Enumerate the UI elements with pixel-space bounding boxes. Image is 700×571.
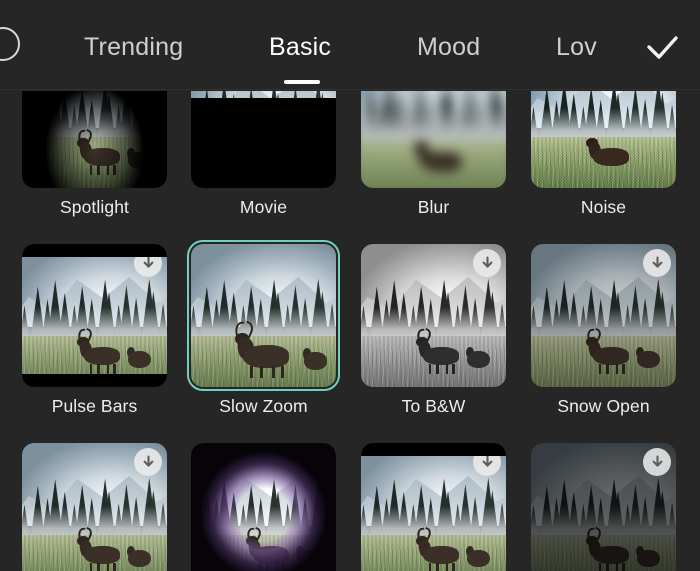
- effect-item[interactable]: Movie: [191, 91, 336, 218]
- download-arrow-icon: [652, 256, 662, 268]
- deer-figure: [76, 526, 125, 571]
- effect-label: Spotlight: [59, 197, 129, 217]
- effect-thumbnail[interactable]: [531, 91, 676, 188]
- download-arrow-icon: [482, 455, 492, 467]
- tab-basic[interactable]: Basic: [269, 26, 331, 68]
- download-button[interactable]: [643, 448, 671, 476]
- preview-image: [22, 244, 167, 387]
- preview-image: [22, 91, 167, 188]
- download-button[interactable]: [473, 249, 501, 277]
- tab-love[interactable]: Lov: [556, 26, 597, 68]
- tab-trending[interactable]: Trending: [84, 26, 183, 68]
- effect-thumbnail[interactable]: [361, 244, 506, 387]
- deer-figure: [415, 526, 464, 571]
- deer-figure: [234, 320, 296, 379]
- deer-figure: [585, 526, 634, 571]
- effect-item[interactable]: Spotlight: [22, 91, 167, 218]
- download-arrow-icon: [652, 455, 662, 467]
- preview-image: [531, 91, 676, 188]
- effect-item[interactable]: Noise: [531, 91, 676, 218]
- effect-item[interactable]: Slow Zoom: [187, 240, 340, 417]
- deer-figure: [76, 327, 125, 374]
- deer-figure: [586, 134, 634, 173]
- effect-label: To B&W: [401, 396, 466, 416]
- deer-figure: [245, 526, 294, 571]
- effect-label: Pulse Bars: [51, 396, 138, 416]
- effect-thumbnail[interactable]: [191, 91, 336, 188]
- effect-item[interactable]: The Fade: [191, 443, 336, 571]
- effect-thumbnail[interactable]: [22, 91, 167, 188]
- active-tab-indicator: [284, 80, 320, 84]
- effect-thumbnail[interactable]: [361, 91, 506, 188]
- download-button[interactable]: [473, 448, 501, 476]
- back-button[interactable]: [0, 27, 20, 61]
- deer-figure: [585, 327, 634, 374]
- effect-thumbnail-selected[interactable]: [187, 240, 340, 391]
- effects-grid[interactable]: Spotlight Movie Blur Noise Pulse Bars Sl…: [0, 91, 700, 571]
- download-arrow-icon: [143, 455, 153, 467]
- deer-figure: [414, 136, 468, 179]
- category-tabs: Trending Basic Mood Lov: [46, 0, 646, 88]
- effect-item[interactable]: Pulse Bars: [22, 244, 167, 417]
- effect-thumbnail[interactable]: [191, 443, 336, 571]
- effect-thumbnail[interactable]: [531, 443, 676, 571]
- letterbox-bar: [191, 97, 336, 188]
- effect-item[interactable]: Postcard: [361, 443, 506, 571]
- deer-figure: [415, 327, 464, 374]
- effect-item[interactable]: To B&W: [361, 244, 506, 417]
- deer-figure: [76, 128, 125, 175]
- download-arrow-icon: [143, 256, 153, 268]
- checkmark-icon: [647, 36, 678, 59]
- tree-line: [22, 91, 167, 141]
- effect-thumbnail[interactable]: [22, 443, 167, 571]
- effect-item[interactable]: Vignette: [22, 443, 167, 571]
- tab-mood[interactable]: Mood: [417, 26, 480, 68]
- effect-label: Noise: [580, 197, 627, 217]
- download-button[interactable]: [134, 448, 162, 476]
- effect-item[interactable]: Snow Open: [531, 244, 676, 417]
- effect-thumbnail[interactable]: [531, 244, 676, 387]
- effect-label: Snow Open: [557, 396, 650, 416]
- confirm-button[interactable]: [638, 26, 686, 70]
- preview-image: [191, 244, 336, 387]
- preview-image: [361, 443, 506, 571]
- download-arrow-icon: [482, 256, 492, 268]
- download-button[interactable]: [134, 249, 162, 277]
- download-arrow-icon: [312, 455, 322, 467]
- effect-item[interactable]: Fade In: [531, 443, 676, 571]
- download-button[interactable]: [303, 448, 331, 476]
- preview-image: [361, 91, 506, 188]
- download-button[interactable]: [643, 249, 671, 277]
- effect-label: Slow Zoom: [219, 396, 308, 416]
- effect-item[interactable]: Blur: [361, 91, 506, 218]
- effects-tab-bar: Trending Basic Mood Lov: [0, 0, 700, 90]
- effect-thumbnail[interactable]: [22, 244, 167, 387]
- effect-label: Blur: [417, 197, 450, 217]
- effect-label: Movie: [239, 197, 288, 217]
- preview-image: [191, 443, 336, 571]
- effect-thumbnail[interactable]: [361, 443, 506, 571]
